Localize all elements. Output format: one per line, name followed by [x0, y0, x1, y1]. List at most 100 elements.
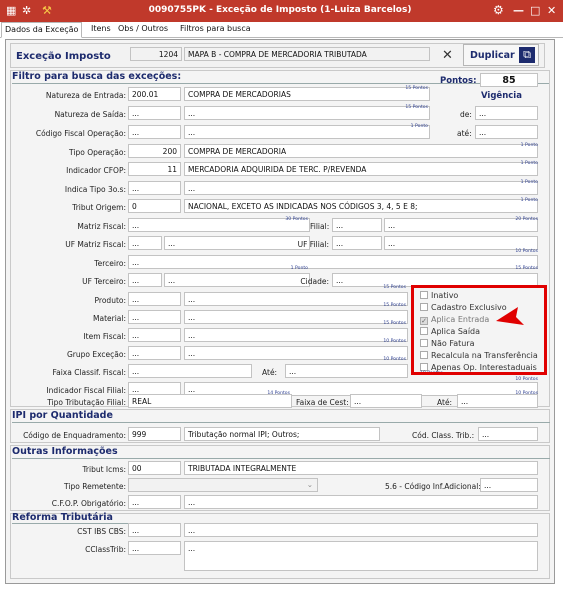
maximize-icon[interactable]: □ — [530, 4, 540, 17]
chevron-down-icon: ⌄ — [306, 480, 313, 489]
highlight-box — [411, 285, 547, 375]
indica-tipo-code[interactable]: ... — [128, 181, 181, 195]
cclasstrib-desc[interactable]: ... — [184, 541, 538, 571]
title-bar: ▦ ✲ ⚒ 0090755PK - Exceção de Imposto (1-… — [0, 0, 563, 22]
outras-section-title: Outras Informações — [12, 446, 118, 457]
close-icon[interactable]: ✕ — [547, 4, 556, 17]
inf-adicional-label: 5.6 - Código Inf.Adicional: — [385, 482, 481, 491]
vigencia-ate-field[interactable]: ... — [475, 125, 538, 139]
vigencia-label: Vigência — [481, 91, 522, 101]
tab-bar: Dados da Exceção Itens Obs / Outros Filt… — [0, 22, 563, 38]
points-label: 15 Pontos — [383, 285, 406, 290]
tribut-icms-code[interactable]: 00 — [128, 461, 181, 475]
points-label: 1 Ponto — [290, 266, 308, 271]
uf-terceiro-desc[interactable]: ... — [164, 273, 310, 287]
points-label: 15 Pontos — [405, 86, 428, 91]
faixa-ate-field[interactable]: ... — [285, 364, 408, 378]
excecao-desc-field[interactable]: MAPA B - COMPRA DE MERCADORIA TRIBUTADA — [184, 47, 430, 61]
points-label: 10 Pontos — [383, 357, 406, 362]
tab-dados-excecao[interactable]: Dados da Exceção — [1, 22, 83, 38]
tab-obs-outros[interactable]: Obs / Outros — [118, 24, 168, 33]
duplicar-button[interactable]: Duplicar ⧉ — [463, 44, 539, 66]
reforma-section-title: Reforma Tributária — [12, 512, 113, 523]
cod-enquadramento-desc[interactable]: Tributação normal IPI; Outros; — [184, 427, 380, 441]
cfop-label: Código Fiscal Operação: — [35, 129, 126, 138]
uf-filial-code[interactable]: ... — [332, 236, 382, 250]
tipo-tributacao-filial-label: Tipo Tributação Filial: — [47, 398, 126, 407]
tool-icon[interactable]: ⚒ — [42, 4, 52, 17]
indicador-cfop-desc[interactable]: MERCADORIA ADQUIRIDA DE TERC. P/REVENDA — [184, 162, 538, 176]
terceiro-field[interactable]: ... — [128, 255, 538, 269]
ipi-section-title: IPI por Quantidade — [12, 410, 113, 421]
tipo-operacao-desc[interactable]: COMPRA DE MERCADORIA — [184, 144, 538, 158]
tipo-tributacao-filial-field[interactable]: REAL — [128, 394, 292, 408]
tipo-operacao-code[interactable]: 200 — [128, 144, 181, 158]
indica-tipo-desc[interactable]: ... — [184, 181, 538, 195]
indicador-cfop-code[interactable]: 11 — [128, 162, 181, 176]
divider — [12, 422, 550, 423]
cfop-obrigatorio-code[interactable]: ... — [128, 495, 181, 509]
cfop-code[interactable]: ... — [128, 125, 181, 139]
produto-code[interactable]: ... — [128, 292, 181, 306]
uf-filial-label: UF Filial: — [297, 240, 329, 249]
cod-class-trib-field[interactable]: ... — [478, 427, 538, 441]
matriz-fiscal-label: Matriz Fiscal: — [77, 222, 126, 231]
points-label: 15 Pontos — [383, 321, 406, 326]
points-label: 10 Pontos — [515, 249, 538, 254]
item-fiscal-code[interactable]: ... — [128, 328, 181, 342]
cfop-obrigatorio-desc[interactable]: ... — [184, 495, 538, 509]
points-label: 1 Ponto — [410, 124, 428, 129]
tribut-origem-code[interactable]: 0 — [128, 199, 181, 213]
faixa-classif-field[interactable]: ... — [128, 364, 252, 378]
inf-adicional-field[interactable]: ... — [480, 478, 538, 492]
uf-matriz-desc[interactable]: ... — [164, 236, 310, 250]
vigencia-de-field[interactable]: ... — [475, 106, 538, 120]
settings-icon[interactable]: ✲ — [22, 4, 31, 17]
excecao-code-field[interactable]: 1204 — [130, 47, 182, 61]
tribut-icms-desc[interactable]: TRIBUTADA INTEGRALMENTE — [184, 461, 538, 475]
cst-ibs-cbs-code[interactable]: ... — [128, 523, 181, 537]
cest-ate-field[interactable]: ... — [457, 394, 538, 408]
cst-ibs-cbs-desc[interactable]: ... — [184, 523, 538, 537]
filial-code[interactable]: ... — [332, 218, 382, 232]
points-label: 15 Pontos — [515, 266, 538, 271]
produto-label: Produto: — [94, 296, 126, 305]
help-icon[interactable]: ⚙ — [493, 3, 504, 17]
cod-enquadramento-code[interactable]: 999 — [128, 427, 181, 441]
natureza-entrada-code[interactable]: 200.01 — [128, 87, 181, 101]
duplicar-label: Duplicar — [470, 50, 515, 61]
uf-terceiro-code[interactable]: ... — [128, 273, 162, 287]
points-label: 30 Pontos — [285, 217, 308, 222]
minimize-icon[interactable]: — — [513, 4, 524, 17]
terceiro-label: Terceiro: — [94, 259, 126, 268]
tribut-origem-desc[interactable]: NACIONAL, EXCETO AS INDICADAS NOS CÓDIGO… — [184, 199, 538, 213]
grupo-excecao-code[interactable]: ... — [128, 346, 181, 360]
divider — [12, 458, 550, 459]
points-label: 1 Ponto — [520, 198, 538, 203]
points-label: 1 Ponto — [520, 161, 538, 166]
tab-itens[interactable]: Itens — [91, 24, 111, 33]
natureza-saida-code[interactable]: ... — [128, 106, 181, 120]
tipo-operacao-label: Tipo Operação: — [69, 148, 126, 157]
points-label: 1 Ponto — [520, 143, 538, 148]
tipo-remetente-label: Tipo Remetente: — [64, 482, 126, 491]
cclasstrib-label: CClassTrib: — [85, 545, 126, 554]
faixa-classif-label: Faixa Classif. Fiscal: — [52, 368, 127, 377]
cclasstrib-code[interactable]: ... — [128, 541, 181, 555]
points-label: 10 Pontos — [515, 377, 538, 382]
grid-icon[interactable]: ▦ — [6, 4, 16, 17]
natureza-entrada-label: Natureza de Entrada: — [45, 91, 126, 100]
filial-label: Filial: — [310, 222, 330, 231]
faixa-cest-field[interactable]: ... — [350, 394, 422, 408]
excecao-imposto-label: Exceção Imposto — [16, 51, 111, 62]
clear-icon[interactable]: ✕ — [442, 48, 453, 63]
uf-matriz-code[interactable]: ... — [128, 236, 162, 250]
cest-ate-label: Até: — [437, 398, 453, 407]
divider — [12, 523, 128, 524]
material-code[interactable]: ... — [128, 310, 181, 324]
tab-filtros-busca[interactable]: Filtros para busca — [180, 24, 251, 33]
tipo-remetente-select[interactable]: ⌄ — [128, 478, 318, 492]
uf-terceiro-label: UF Terceiro: — [82, 277, 126, 286]
cidade-label: Cidade: — [300, 277, 329, 286]
uf-filial-desc[interactable]: ... — [384, 236, 538, 250]
